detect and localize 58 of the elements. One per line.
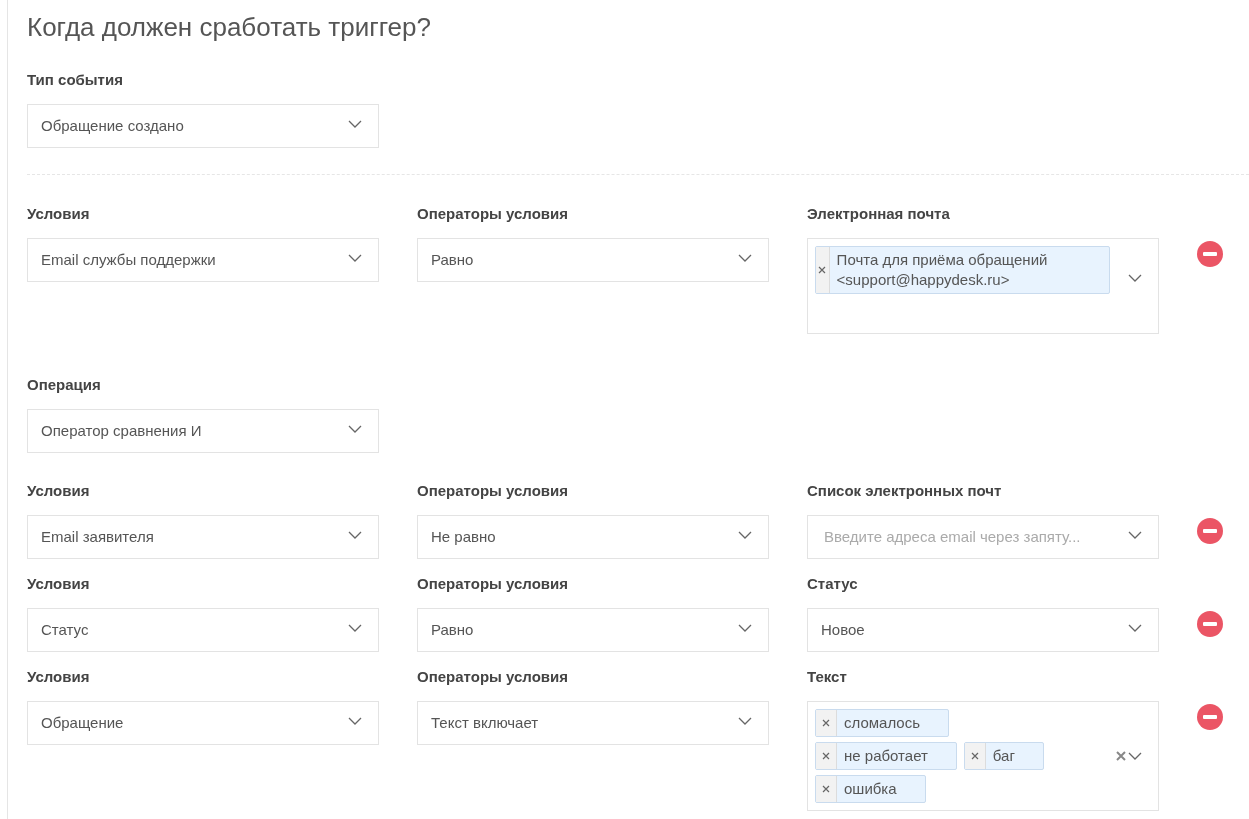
tag-select[interactable]: сломалось не работает баг ошибка (807, 701, 1159, 811)
remove-icon[interactable] (1197, 241, 1223, 267)
condition-select[interactable]: Email службы поддержки (27, 238, 379, 282)
field-label: Условия (27, 481, 91, 501)
condition-select[interactable]: Статус (27, 608, 379, 652)
clear-icon[interactable] (1116, 751, 1126, 761)
tag-select[interactable]: Почта для приёма обращений <support@happydesk.ru> (807, 238, 1159, 334)
field-label: Статус (807, 574, 859, 594)
chevron-down-icon (1128, 531, 1142, 539)
field-label: Электронная почта (807, 204, 951, 224)
remove-icon[interactable] (1197, 704, 1223, 730)
chevron-down-icon (1128, 752, 1142, 760)
tag-text: не работает (843, 746, 929, 766)
field-label: Тип события (27, 70, 124, 90)
chevron-down-icon (1128, 274, 1142, 282)
tag-remove-icon[interactable] (964, 743, 986, 769)
field-label: Условия (27, 204, 91, 224)
tag-remove-icon[interactable] (816, 743, 837, 769)
email-input[interactable]: Введите адреса email через запяту... (824, 525, 1128, 549)
condition-select[interactable]: Обращение (27, 701, 379, 745)
operator-select[interactable]: Равно (417, 238, 769, 282)
condition-select[interactable]: Email заявителя (27, 515, 379, 559)
remove-icon[interactable] (1197, 611, 1223, 637)
field-label: Операторы условия (417, 667, 570, 687)
chevron-down-icon (348, 624, 362, 632)
tag-text: ошибка (843, 779, 898, 799)
status-select[interactable]: Новое (807, 608, 1159, 652)
chevron-down-icon (738, 254, 752, 262)
field-label: Текст (807, 667, 848, 687)
tag-text: Почта для приёма обращений <support@happydesk.ru> (835, 250, 1049, 290)
remove-icon[interactable] (1197, 518, 1223, 544)
operator-select[interactable]: Не равно (417, 515, 769, 559)
operator-select[interactable]: Равно (417, 608, 769, 652)
tag-text: баг (991, 746, 1016, 766)
email-list-dropdown[interactable]: Введите адреса email через запяту... (807, 515, 1159, 559)
field-label: Операторы условия (417, 574, 570, 594)
chevron-down-icon (348, 531, 362, 539)
chevron-down-icon (738, 531, 752, 539)
chevron-down-icon (348, 254, 362, 262)
tag-remove-icon[interactable] (816, 710, 837, 736)
chevron-down-icon (738, 717, 752, 725)
tag-remove-icon[interactable] (816, 776, 837, 802)
operation-select[interactable]: Оператор сравнения И (27, 409, 379, 453)
chevron-down-icon (348, 425, 362, 433)
tag-text: сломалось (843, 713, 921, 733)
field-label: Условия (27, 574, 91, 594)
field-label: Операторы условия (417, 204, 570, 224)
chevron-down-icon (738, 624, 752, 632)
event-type-select[interactable]: Обращение создано (27, 104, 379, 148)
field-label: Список электронных почт (807, 481, 1003, 501)
field-label: Операторы условия (417, 481, 570, 501)
chevron-down-icon (1128, 624, 1142, 632)
operator-select[interactable]: Текст включает (417, 701, 769, 745)
chevron-down-icon (348, 717, 362, 725)
field-label: Операция (27, 375, 102, 395)
chevron-down-icon (348, 120, 362, 128)
page-title: Когда должен сработать триггер? (27, 11, 432, 42)
field-label: Условия (27, 667, 91, 687)
